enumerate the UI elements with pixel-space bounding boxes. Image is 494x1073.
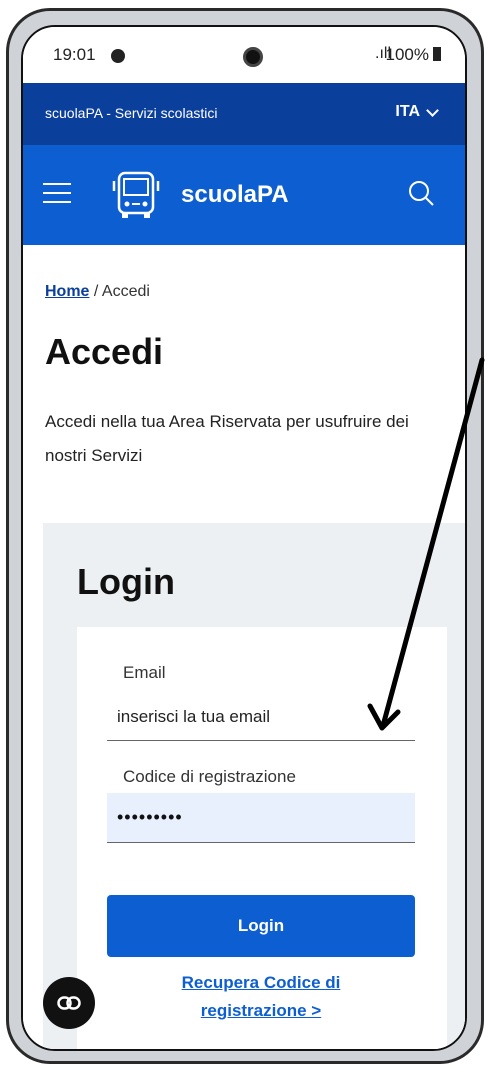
email-label: Email (123, 663, 166, 682)
breadcrumb-home-link[interactable]: Home (45, 283, 89, 300)
status-bar: 19:01 .ıll 100% (23, 27, 465, 83)
notification-icon (111, 49, 125, 63)
top-utility-bar: scuolaPA - Servizi scolastici ITA (23, 83, 465, 145)
phone-screen: 19:01 .ıll 100% scuolaPA - Servizi scola… (21, 25, 467, 1051)
camera-icon (243, 47, 263, 67)
status-time: 19:01 (53, 45, 96, 64)
site-header: scuolaPA (23, 145, 465, 245)
login-button[interactable]: Login (107, 895, 415, 957)
menu-icon[interactable] (43, 183, 71, 203)
code-label: Codice di registrazione (123, 767, 296, 786)
login-title: Login (77, 561, 175, 602)
main-content: Home / Accedi Accedi Accedi nella tua Ar… (23, 245, 465, 1049)
login-form: Email Codice di registrazione Login Recu… (77, 627, 447, 1049)
bus-icon (112, 171, 160, 218)
breadcrumb-current: Accedi (101, 283, 150, 300)
login-panel: Login Email Codice di registrazione Logi… (43, 523, 465, 1049)
page-intro: Accedi nella tua Area Riservata per usuf… (45, 412, 409, 465)
recover-link-line2: registrazione > (200, 1001, 322, 1020)
recover-link-line1: Recupera Codice di (181, 973, 341, 992)
phone-frame: 19:01 .ıll 100% scuolaPA - Servizi scola… (6, 8, 484, 1064)
chevron-down-icon (426, 103, 439, 117)
battery-status: 100% (386, 45, 441, 65)
language-selector[interactable]: ITA (395, 103, 439, 121)
search-icon[interactable] (407, 179, 435, 207)
brand-name[interactable]: scuolaPA (181, 181, 289, 209)
accessibility-button[interactable] (43, 977, 95, 1029)
breadcrumb-separator: / (93, 283, 99, 300)
language-label: ITA (395, 103, 420, 120)
site-subtitle: scuolaPA - Servizi scolastici (45, 105, 218, 121)
email-field[interactable] (107, 693, 415, 741)
breadcrumb: Home / Accedi (45, 283, 150, 301)
battery-level: 100% (385, 45, 429, 64)
battery-icon (433, 47, 441, 61)
recover-code-link[interactable]: Recupera Codice di registrazione > (107, 969, 415, 1025)
page-title: Accedi (45, 331, 164, 372)
link-icon (57, 996, 81, 1010)
registration-code-field[interactable] (107, 793, 415, 843)
